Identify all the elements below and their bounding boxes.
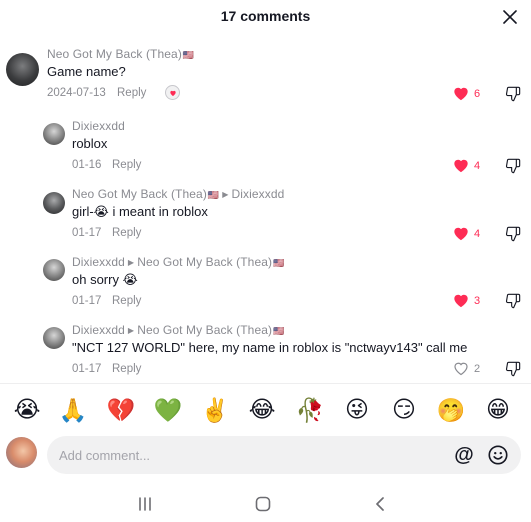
recents-button[interactable] <box>133 494 157 514</box>
back-button[interactable] <box>368 494 392 514</box>
heart-icon <box>454 159 468 173</box>
reply-button[interactable]: Reply <box>112 159 141 171</box>
reply-arrow-icon: ▶ <box>127 326 135 335</box>
dislike-button[interactable] <box>505 86 521 107</box>
thumbs-down-icon <box>505 86 521 102</box>
like-button[interactable]: 2 <box>453 361 480 376</box>
emoji-grin[interactable]: 😁 <box>481 393 515 427</box>
username-text: Neo Got My Back (Thea) <box>47 47 182 61</box>
heart-icon <box>454 227 468 241</box>
back-icon <box>376 497 384 511</box>
like-button[interactable]: 6 <box>453 86 480 101</box>
emoji-wilted-rose[interactable]: 🥀 <box>293 393 327 427</box>
like-count: 4 <box>474 227 481 240</box>
flag-icon: 🇺🇸 <box>207 190 220 200</box>
like-count: 3 <box>474 294 481 307</box>
username-text: Dixiexxdd <box>72 119 125 133</box>
emoji-broken-heart[interactable]: 💔 <box>104 393 138 427</box>
like-button[interactable]: 3 <box>453 293 480 308</box>
comment-date: 01-17 <box>72 363 102 375</box>
system-nav-bar <box>0 488 531 522</box>
emoji-hand-over-mouth[interactable]: 🤭 <box>434 393 468 427</box>
comments-sheet: 17 comments Neo Got My Back (Thea)🇺🇸 Gam… <box>0 0 531 522</box>
emoji-smirk[interactable]: 😏 <box>387 393 421 427</box>
reply-to-username: Dixiexxdd <box>231 187 285 201</box>
avatar[interactable] <box>43 192 65 214</box>
reply-button[interactable]: Reply <box>117 87 146 99</box>
comment-date: 01-17 <box>72 227 102 239</box>
flag-icon: 🇺🇸 <box>273 326 285 336</box>
reply-button[interactable]: Reply <box>112 363 141 375</box>
thumbs-down-icon <box>505 158 521 174</box>
emoji-green-heart[interactable]: 💚 <box>151 393 185 427</box>
comment-text: girl-😭 i meant in roblox <box>72 204 208 219</box>
dislike-button[interactable] <box>505 226 521 247</box>
heart-icon <box>169 90 176 96</box>
emoji-folded-hands[interactable]: 🙏 <box>56 393 90 427</box>
reply-arrow-icon: ▶ <box>127 258 135 267</box>
emoji-loudly-crying[interactable]: 😭 <box>10 393 44 427</box>
comment-username[interactable]: Dixiexxdd ▶ Neo Got My Back (Thea)🇺🇸 <box>72 255 284 269</box>
reply-button[interactable]: Reply <box>112 295 141 307</box>
dislike-button[interactable] <box>505 158 521 179</box>
heart-icon <box>454 87 468 101</box>
reply-to-username: Neo Got My Back (Thea) <box>137 255 273 269</box>
like-count: 4 <box>474 159 481 172</box>
comment-input[interactable] <box>59 436 439 474</box>
creator-liked-badge <box>165 85 180 100</box>
home-button[interactable] <box>251 494 275 514</box>
smiley-icon <box>488 445 508 465</box>
recents-icon <box>139 497 151 511</box>
emoji-winking-tongue[interactable]: 😜 <box>340 393 374 427</box>
comment-text: "NCT 127 WORLD" here, my name in roblox … <box>72 340 468 355</box>
thumbs-down-icon <box>505 361 521 377</box>
comment-username[interactable]: Dixiexxdd ▶ Neo Got My Back (Thea)🇺🇸 <box>72 323 284 337</box>
reply-button[interactable]: Reply <box>112 227 141 239</box>
comment-text: roblox <box>72 136 108 151</box>
username-text: Neo Got My Back (Thea) <box>72 187 207 201</box>
thumbs-down-icon <box>505 226 521 242</box>
comment-username[interactable]: Neo Got My Back (Thea)🇺🇸 ▶ Dixiexxdd <box>72 187 284 201</box>
username-text: Dixiexxdd <box>72 323 125 337</box>
comment-date: 2024-07-13 <box>47 87 106 99</box>
divider <box>0 383 531 384</box>
reply-item: Dixiexxdd ▶ Neo Got My Back (Thea)🇺🇸 "NCT … <box>0 0 531 377</box>
avatar[interactable] <box>43 123 65 145</box>
heart-icon <box>454 294 468 308</box>
comment-date: 01-17 <box>72 295 102 307</box>
like-button[interactable]: 4 <box>453 158 480 173</box>
like-count: 6 <box>474 87 481 100</box>
like-count: 2 <box>474 362 481 375</box>
heart-outline-icon <box>454 362 468 376</box>
emoji-picker-button[interactable] <box>487 444 509 466</box>
comment-username[interactable]: Neo Got My Back (Thea)🇺🇸 <box>47 47 194 61</box>
mention-button[interactable]: @ <box>453 444 475 466</box>
comment-username[interactable]: Dixiexxdd <box>72 119 125 133</box>
comment-text: oh sorry 😭 <box>72 272 138 287</box>
comment-text: Game name? <box>47 64 126 79</box>
home-icon <box>255 496 271 512</box>
reply-arrow-icon: ▶ <box>222 190 229 199</box>
comment-composer: @ <box>47 436 521 474</box>
comment-date: 01-16 <box>72 159 102 171</box>
avatar[interactable] <box>43 259 65 281</box>
emoji-tears-of-joy[interactable]: 😂 <box>245 393 279 427</box>
dislike-button[interactable] <box>505 361 521 382</box>
emoji-quick-bar: 😭 🙏 💔 💚 ✌️ 😂 🥀 😜 😏 🤭 😁 <box>0 393 531 429</box>
reply-to-username: Neo Got My Back (Thea) <box>137 323 273 337</box>
flag-icon: 🇺🇸 <box>182 50 195 60</box>
at-icon: @ <box>454 443 474 466</box>
avatar[interactable] <box>6 53 39 86</box>
emoji-victory-hand[interactable]: ✌️ <box>198 393 232 427</box>
flag-icon: 🇺🇸 <box>273 258 285 268</box>
avatar[interactable] <box>43 327 65 349</box>
current-user-avatar <box>6 437 37 468</box>
like-button[interactable]: 4 <box>453 226 480 241</box>
comment-item: Neo Got My Back (Thea)🇺🇸 Game name? 2024… <box>0 0 531 110</box>
thumbs-down-icon <box>505 293 521 309</box>
dislike-button[interactable] <box>505 293 521 314</box>
username-text: Dixiexxdd <box>72 255 125 269</box>
